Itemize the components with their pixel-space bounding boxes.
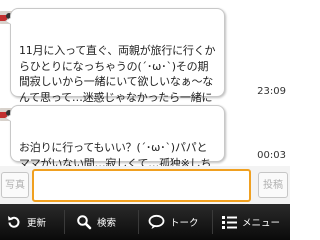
menu-icon	[222, 216, 237, 229]
message-time: 00:03	[257, 150, 286, 161]
search-label: 検索	[97, 218, 117, 229]
refresh-label: 更新	[27, 218, 47, 229]
bottom-nav: 更新 検索 トーク メニュー	[0, 204, 290, 240]
search-icon	[77, 215, 92, 230]
photo-button[interactable]: 写真	[1, 172, 29, 198]
chat-area: 11月に入って直ぐ、両親が旅行に行くからひとりになっちゃうの(´･ω･`)その期…	[0, 0, 290, 185]
speech-bubble-icon	[148, 214, 165, 229]
message-input[interactable]	[32, 169, 251, 202]
post-button[interactable]: 投稿	[258, 172, 288, 198]
refresh-button[interactable]: 更新	[6, 204, 46, 240]
refresh-icon	[8, 216, 20, 228]
message-bubble: 11月に入って直ぐ、両親が旅行に行くからひとりになっちゃうの(´･ω･`)その期…	[5, 8, 225, 119]
message-bubble: お泊りに行ってもいい？(´･ω･`)パパとママがいない間…寂しくて…孤独※しちゃ…	[5, 105, 225, 185]
menu-label: メニュー	[242, 218, 281, 229]
menu-button[interactable]: メニュー	[222, 204, 280, 240]
message-time: 23:09	[257, 86, 286, 97]
composer-bar: 写真 投稿	[0, 166, 290, 204]
search-button[interactable]: 検索	[76, 204, 116, 240]
talk-label: トーク	[170, 218, 199, 229]
talk-button[interactable]: トーク	[148, 204, 199, 240]
